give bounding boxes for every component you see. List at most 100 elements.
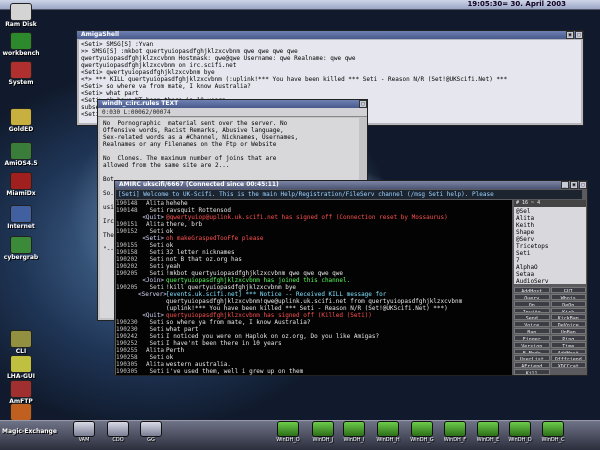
timestamp: 190305 bbox=[116, 361, 138, 368]
timestamp: 190202 bbox=[116, 263, 138, 270]
zoom-gadget-icon[interactable]: □ bbox=[579, 181, 587, 189]
chat-line: 190230 Seti what part bbox=[116, 326, 512, 333]
desktop-icon-workbench[interactable]: workbench bbox=[2, 32, 40, 57]
dock-item-windh-h[interactable]: WinDH_H bbox=[370, 421, 406, 444]
timestamp: 190148 bbox=[116, 200, 138, 207]
button-xdcccat[interactable]: XDCCcat bbox=[550, 362, 586, 369]
button-voice[interactable]: Voice bbox=[514, 321, 550, 328]
depth-gadget-icon[interactable]: ▣ bbox=[570, 181, 578, 189]
button-kill[interactable]: Kill bbox=[514, 369, 550, 375]
desktop-icon-amftp[interactable]: AmFTP bbox=[2, 380, 40, 405]
amftp-icon bbox=[10, 380, 32, 398]
desktop-icon-ram-disk[interactable]: Ram Disk bbox=[2, 3, 40, 28]
chat-line: 190152 Seti ok bbox=[116, 228, 512, 235]
dock-item-cdo[interactable]: CDO bbox=[100, 421, 136, 444]
button-addhost[interactable]: AddHost bbox=[514, 287, 550, 293]
button-gui[interactable]: GUI bbox=[550, 287, 586, 293]
windh-e-icon bbox=[477, 421, 499, 437]
user-list-item[interactable]: Tricetops bbox=[516, 243, 584, 250]
chat-line: 190202 Seti not B that oz.org has bbox=[116, 256, 512, 263]
button-version[interactable]: Version bbox=[514, 341, 550, 348]
button-ban[interactable]: Ban bbox=[514, 328, 550, 334]
button-query[interactable]: Query bbox=[514, 293, 550, 300]
user-list-item[interactable]: @Serv bbox=[516, 236, 584, 243]
button-deop[interactable]: DeOp bbox=[550, 300, 586, 307]
dock-item-windh-i[interactable]: WinDH_I bbox=[336, 421, 372, 444]
golded-icon bbox=[10, 108, 32, 126]
button-ping[interactable]: Ping bbox=[550, 334, 586, 341]
user-list-item[interactable]: AudioServ bbox=[516, 278, 584, 284]
amirc-window[interactable]: AMIRC ukscifi/6667 (Connected since 00:4… bbox=[114, 180, 588, 376]
user-list-item[interactable]: AlphaO bbox=[516, 264, 584, 271]
windh-f-icon bbox=[444, 421, 466, 437]
windh-g-icon bbox=[411, 421, 433, 437]
zoom-gadget-icon[interactable]: □ bbox=[575, 31, 583, 39]
button-whois[interactable]: Whois bbox=[550, 293, 586, 300]
chat-line: (uplink!*** You have been killed *** Set… bbox=[116, 305, 512, 312]
nickname: Seti bbox=[149, 242, 164, 249]
button-send[interactable]: Send bbox=[514, 314, 550, 321]
shell-line: qwertyuiopasdfghjklzxcvbnm Hostmask: qwe… bbox=[81, 55, 356, 62]
button-kick[interactable]: Kick bbox=[550, 307, 586, 314]
dock-item-windh-e[interactable]: WinDH_E bbox=[470, 421, 506, 444]
iconify-gadget-icon[interactable]: _ bbox=[561, 181, 569, 189]
windh-o-icon bbox=[277, 421, 299, 437]
dock-item-windh-o[interactable]: WinDH_O bbox=[270, 421, 306, 444]
dock-item-label: WinDH_D bbox=[508, 437, 532, 443]
dock-item-windh-g[interactable]: WinDH_G bbox=[404, 421, 440, 444]
desktop-icon-internet[interactable]: Internet bbox=[2, 205, 40, 230]
button-time[interactable]: Time bbox=[550, 341, 586, 348]
button-offfriend[interactable]: Offfriend bbox=[550, 355, 586, 362]
desktop-icon-system[interactable]: System bbox=[2, 61, 40, 86]
button-addhost[interactable]: AddHost bbox=[550, 348, 586, 355]
depth-gadget-icon[interactable]: ▣ bbox=[566, 31, 574, 39]
user-list-item[interactable]: Alita bbox=[516, 215, 584, 222]
user-list-item[interactable]: Seti bbox=[516, 250, 584, 257]
desktop-icon-miamidx[interactable]: MiamiDx bbox=[2, 172, 40, 197]
message-text: ok bbox=[166, 228, 174, 235]
button-unban[interactable]: UnBan bbox=[550, 328, 586, 334]
action-buttons: AddHost GUI Query Whois Op DeOp Invite Kick Send… bbox=[514, 287, 586, 375]
timestamp: 190158 bbox=[116, 249, 138, 256]
nickname: <Server> bbox=[138, 291, 167, 298]
desktop-icon-cli[interactable]: CLI bbox=[2, 330, 40, 355]
dock-item-windh-f[interactable]: WinDH_F bbox=[437, 421, 473, 444]
user-list-item[interactable]: Shape bbox=[516, 229, 584, 236]
button-b-mode[interactable]: B.Mode bbox=[514, 348, 550, 355]
user-list[interactable]: # 16 ~ 4 @Sel Alita Keith Shape @Serv Triceto… bbox=[514, 200, 586, 284]
desktop-icon-golded[interactable]: GoldED bbox=[2, 108, 40, 133]
chat-log[interactable]: 190148 Alita hehehe 190148 Seti ravsquit Rott… bbox=[116, 200, 512, 375]
user-list-item[interactable]: 7 bbox=[516, 257, 584, 264]
desktop-icon-amios4-5[interactable]: AmiOS4.5 bbox=[2, 142, 40, 167]
channel-topic: [Seti] Welcome to UK-Scifi. This is the … bbox=[116, 190, 582, 199]
desktop-icon-label: Ram Disk bbox=[5, 21, 37, 28]
chat-line: <Quit> quertyuiopasdfghjklzxcvbnm has sig… bbox=[116, 312, 512, 319]
desktop-icon-cybergrab[interactable]: cybergrab bbox=[2, 236, 40, 261]
lha-gui-icon bbox=[10, 355, 32, 373]
chat-line: 190202 Seti yeah bbox=[116, 263, 512, 270]
chat-line: 190158 Seti 32 letter nicknames bbox=[116, 249, 512, 256]
button-kickban[interactable]: KickBan bbox=[550, 314, 586, 321]
nickname: <Seti> bbox=[142, 235, 164, 242]
user-list-item[interactable]: Keith bbox=[516, 222, 584, 229]
dock-item-label: WinDH_C bbox=[541, 437, 565, 443]
button-devoice[interactable]: DeVoice bbox=[550, 321, 586, 328]
user-list-item[interactable]: Setaa bbox=[516, 271, 584, 278]
dock-item-windh-d[interactable]: WinDH_D bbox=[502, 421, 538, 444]
button-op[interactable]: Op bbox=[514, 300, 550, 307]
windh-i-icon bbox=[343, 421, 365, 437]
nickname: Seti bbox=[149, 207, 164, 214]
dock-item-gg[interactable]: GG bbox=[133, 421, 169, 444]
dock-item-windh-c[interactable]: WinDH_C bbox=[535, 421, 571, 444]
button-userlist[interactable]: UserList bbox=[514, 355, 550, 362]
message-text: ravsquit Rottensod bbox=[166, 207, 232, 214]
zoom-gadget-icon[interactable]: □ bbox=[359, 100, 367, 108]
message-text: ok bbox=[166, 354, 174, 361]
button-afriend[interactable]: AFriend bbox=[514, 362, 550, 369]
desktop-icon-lha-gui[interactable]: LHA-GUI bbox=[2, 355, 40, 380]
user-list-item[interactable]: @Sel bbox=[516, 208, 584, 215]
dock-item-vam[interactable]: VAM bbox=[66, 421, 102, 444]
button-invite[interactable]: Invite bbox=[514, 307, 550, 314]
button-finger[interactable]: Finger bbox=[514, 334, 550, 341]
message-text: @qwertyuiop@uplink.uk.scifi.net has sign… bbox=[166, 214, 448, 221]
